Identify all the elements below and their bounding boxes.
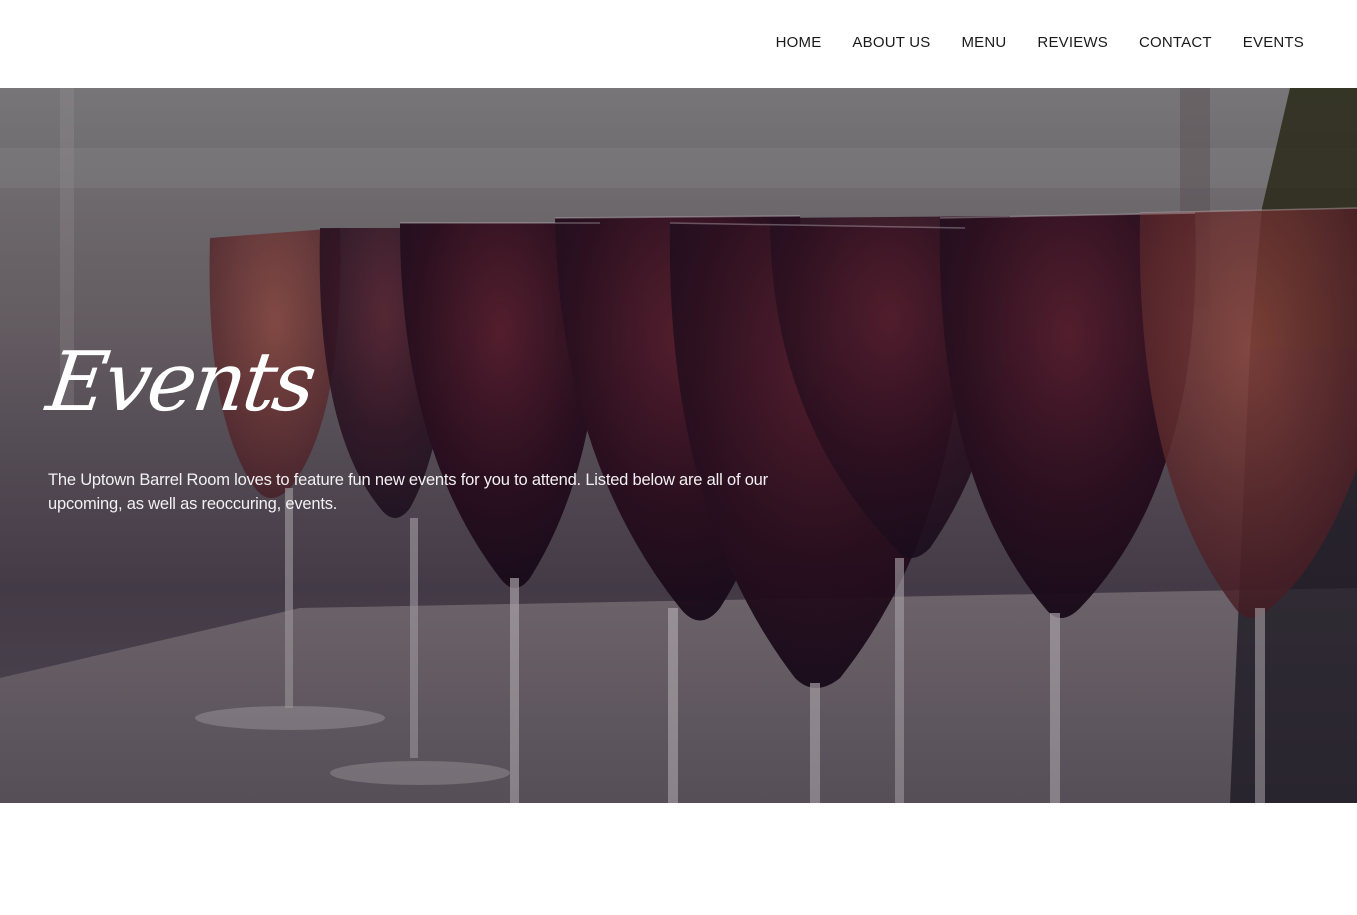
site-header: HOME ABOUT US MENU REVIEWS CONTACT EVENT… bbox=[0, 0, 1357, 88]
content-area bbox=[0, 803, 1357, 915]
hero-section: Events The Uptown Barrel Room loves to f… bbox=[0, 88, 1357, 803]
page: HOME ABOUT US MENU REVIEWS CONTACT EVENT… bbox=[0, 0, 1357, 915]
nav-item-about-us[interactable]: ABOUT US bbox=[852, 33, 930, 52]
nav-item-events[interactable]: EVENTS bbox=[1243, 33, 1304, 52]
nav-item-reviews[interactable]: REVIEWS bbox=[1037, 33, 1108, 52]
hero-overlay bbox=[0, 88, 1357, 803]
nav-item-home[interactable]: HOME bbox=[776, 33, 822, 52]
page-title: Events bbox=[41, 335, 320, 430]
nav-item-menu[interactable]: MENU bbox=[961, 33, 1006, 52]
main-nav: HOME ABOUT US MENU REVIEWS CONTACT EVENT… bbox=[776, 33, 1304, 52]
hero-description: The Uptown Barrel Room loves to feature … bbox=[48, 471, 768, 513]
nav-item-contact[interactable]: CONTACT bbox=[1139, 33, 1212, 52]
